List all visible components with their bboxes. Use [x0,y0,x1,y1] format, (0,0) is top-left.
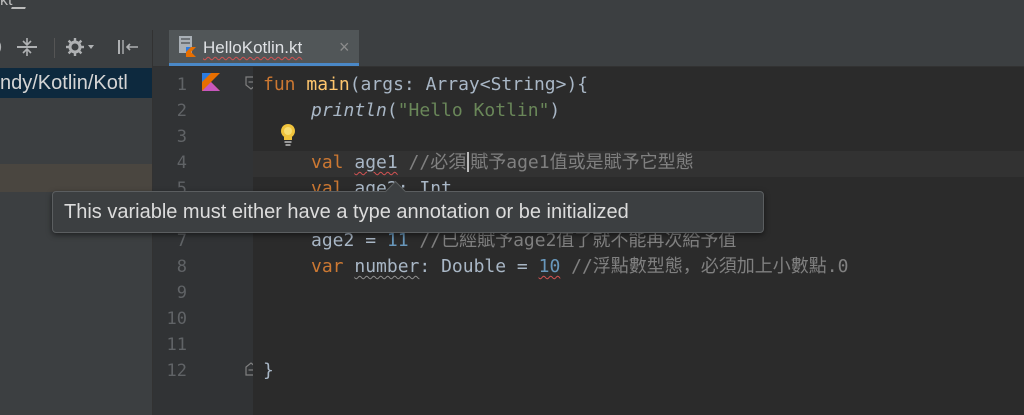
project-tree-highlighted-row[interactable] [0,164,152,192]
code-comment: 賦予age1值或是賦予它型態 [470,152,694,173]
code-text: (args: Array<String>){ [349,74,589,95]
code-text: : Double = [419,256,539,277]
scroll-from-source-icon[interactable] [0,38,8,61]
title-breadcrumb: kt [0,0,32,10]
kotlin-run-icon[interactable] [202,73,220,91]
line-number: 3 [176,127,187,147]
string-literal: "Hello Kotlin" [397,100,550,121]
variable-name: number [354,256,420,277]
line-number: 12 [166,361,187,381]
window-title-strip: kt [0,0,1024,31]
toolbar-divider [54,38,55,58]
tab-hellokotlin[interactable]: HelloKotlin.kt × [169,30,359,66]
breadcrumb-arrow-icon [11,0,32,9]
keyword: var [311,256,344,277]
gear-icon[interactable] [66,38,96,61]
code-line-12[interactable]: } [263,358,274,384]
variable-name: age1 [354,152,398,173]
code-text: ) [549,100,561,121]
hide-icon[interactable] [116,38,140,61]
text-caret [467,152,470,172]
keyword: fun [263,74,296,95]
code-comment: //必須 [397,152,467,173]
close-tab-icon[interactable]: × [339,37,350,58]
editor-tab-bar: HelloKotlin.kt × [153,30,1024,67]
tooltip-text: This variable must either have a type an… [64,201,629,223]
closing-brace: } [263,360,274,381]
line-number-gutter: 1 2 3 4 5 6 7 8 9 10 11 12 [153,67,257,415]
variable-name: age2 [311,230,355,251]
line-number: 2 [176,101,187,121]
kotlin-file-icon [179,36,197,58]
tab-filename: HelloKotlin.kt [203,38,303,57]
project-tree-selected-item[interactable]: ndy/Kotlin/Kotl [0,68,152,98]
line-number: 11 [166,335,187,355]
line-number: 10 [166,309,187,329]
code-line-8[interactable]: var number: Double = 10 //浮點數型態，必須加上小數點.… [311,254,848,280]
number-literal: 11 [386,230,409,251]
code-text: = [354,230,387,251]
project-toolbar [0,30,152,66]
code-line-2[interactable]: println("Hello Kotlin") [311,98,560,124]
code-text: ( [386,100,398,121]
code-editor[interactable]: fun main(args: Array<String>){ println("… [253,67,1024,415]
collapse-all-icon[interactable] [16,38,38,61]
number-literal: 10 [538,256,561,277]
code-line-4[interactable]: val age1 //必須 賦予age1值或是賦予它型態 [311,150,694,176]
line-number: 4 [176,153,187,173]
line-number: 9 [176,283,187,303]
line-number: 8 [176,257,187,277]
function-call: println [311,100,387,121]
function-name: main [306,74,350,95]
keyword: val [311,152,344,173]
lightbulb-icon[interactable] [279,123,297,147]
line-number: 1 [176,75,187,95]
code-comment: //浮點數型態，必須加上小數點.0 [560,256,849,277]
code-comment: //已經賦予age2值了就不能再次給予值 [408,230,737,251]
code-line-1[interactable]: fun main(args: Array<String>){ [263,72,588,98]
error-tooltip: This variable must either have a type an… [52,180,764,233]
